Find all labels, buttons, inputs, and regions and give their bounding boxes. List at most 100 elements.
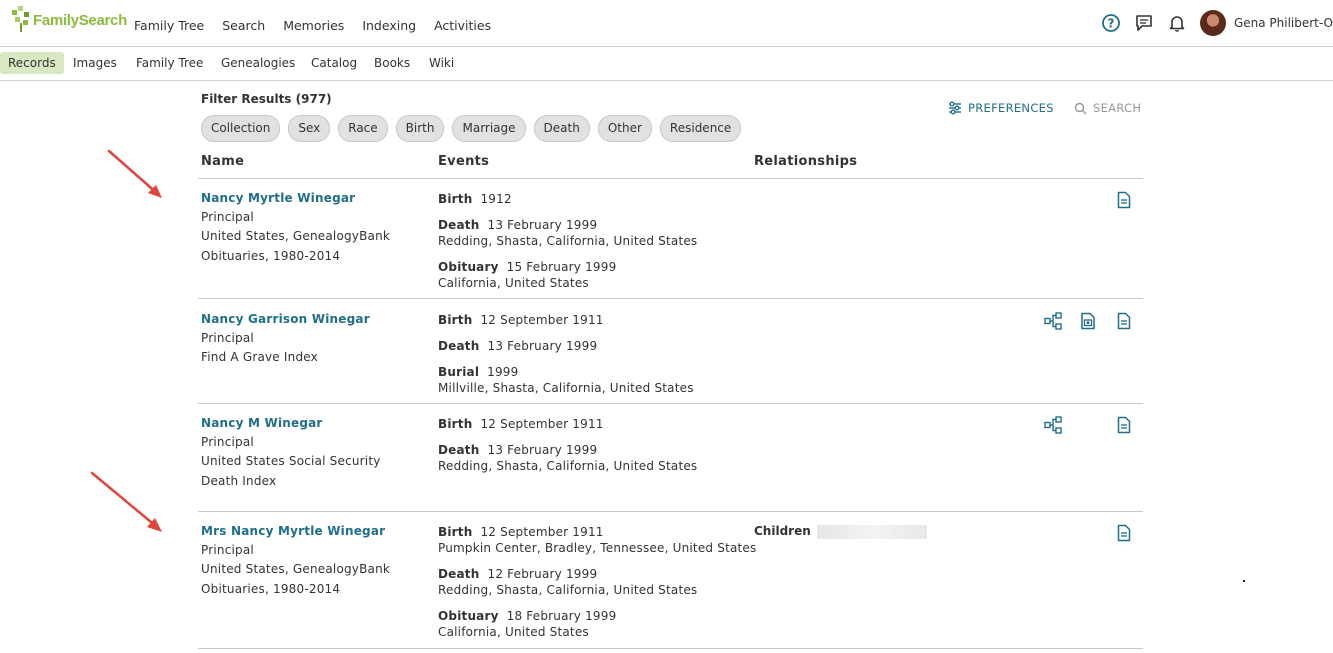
- record-name-link[interactable]: Mrs Nancy Myrtle Winegar: [201, 524, 385, 538]
- event-date: 13 February 1999: [487, 443, 598, 457]
- event-date: 13 February 1999: [487, 339, 598, 353]
- event-date: 12 September 1911: [480, 417, 604, 431]
- family-tree-connections-icon[interactable]: [1044, 312, 1062, 330]
- subnav-genealogies[interactable]: Genealogies: [221, 52, 295, 74]
- record-image-icon[interactable]: [1079, 312, 1097, 330]
- filter-chip-sex[interactable]: Sex: [288, 115, 331, 142]
- event-date: 12 September 1911: [480, 525, 604, 539]
- event-type: Obituary: [438, 260, 499, 274]
- annotation-arrow-icon: [90, 471, 162, 532]
- search-button[interactable]: SEARCH: [1074, 101, 1141, 115]
- event-death: Death 13 February 1999 Redding, Shasta, Ca…: [438, 217, 697, 249]
- filter-chip-race[interactable]: Race: [338, 115, 388, 142]
- nav-indexing[interactable]: Indexing: [362, 18, 416, 33]
- event-type: Birth: [438, 192, 473, 206]
- nav-activities[interactable]: Activities: [434, 18, 491, 33]
- event-place: Pumpkin Center, Bradley, Tennessee, Unit…: [438, 541, 757, 555]
- record-name-link[interactable]: Nancy Myrtle Winegar: [201, 191, 355, 205]
- help-icon[interactable]: ?: [1101, 13, 1121, 33]
- record-collection: United States Social Security Death Inde…: [201, 454, 381, 488]
- row-divider: [198, 648, 1143, 649]
- messages-icon[interactable]: [1134, 13, 1154, 33]
- column-header-name[interactable]: Name: [201, 154, 244, 169]
- filter-chip-marriage[interactable]: Marriage: [452, 115, 526, 142]
- preferences-label: PREFERENCES: [968, 101, 1054, 115]
- filter-chip-death[interactable]: Death: [533, 115, 590, 142]
- event-birth: Birth 12 September 1911: [438, 312, 604, 328]
- record-collection: Find A Grave Index: [201, 350, 318, 364]
- table-row: Nancy M Winegar Principal United States …: [198, 404, 1143, 511]
- nav-memories[interactable]: Memories: [283, 18, 344, 33]
- sliders-icon: [949, 101, 961, 115]
- record-document-icon[interactable]: [1115, 312, 1133, 330]
- record-collection: United States, GenealogyBank Obituaries,…: [201, 562, 391, 596]
- family-tree-logo-icon: [12, 6, 29, 32]
- redacted-child-names: [816, 524, 927, 539]
- filter-chips: Collection Sex Race Birth Marriage Death…: [201, 115, 749, 142]
- event-type: Birth: [438, 417, 473, 431]
- table-row: Nancy Garrison Winegar Principal Find A …: [198, 299, 1143, 403]
- event-birth: Birth 12 September 1911 Pumpkin Center, Br…: [438, 524, 756, 556]
- preferences-button[interactable]: PREFERENCES: [948, 101, 1054, 115]
- annotation-arrow-icon: [107, 149, 162, 198]
- search-label: SEARCH: [1093, 101, 1142, 115]
- family-tree-connections-icon[interactable]: [1044, 416, 1062, 434]
- column-header-relationships: Relationships: [754, 154, 858, 169]
- record-document-icon[interactable]: [1115, 191, 1133, 209]
- filter-chip-birth[interactable]: Birth: [395, 115, 445, 142]
- event-type: Obituary: [438, 609, 499, 623]
- notifications-bell-icon[interactable]: [1167, 13, 1187, 33]
- user-avatar[interactable]: [1199, 10, 1226, 36]
- subnav-wiki[interactable]: Wiki: [429, 52, 454, 74]
- event-type: Burial: [438, 365, 480, 379]
- event-death: Death 12 February 1999 Redding, Shasta, Ca…: [438, 566, 697, 598]
- filter-chip-collection[interactable]: Collection: [201, 115, 281, 142]
- event-date: 1999: [487, 365, 519, 379]
- filter-results-title: Filter Results (977): [201, 92, 332, 106]
- event-place: California, United States: [438, 625, 589, 639]
- table-row: Mrs Nancy Myrtle Winegar Principal Unite…: [198, 512, 1143, 648]
- record-role: Principal: [201, 210, 254, 224]
- logo-text: FamilySearch: [33, 11, 127, 29]
- event-birth: Birth 12 September 1911: [438, 416, 604, 432]
- top-header: FamilySearch Family Tree Search Memories…: [0, 0, 1333, 47]
- event-burial: Burial 1999 Millville, Shasta, California,…: [438, 364, 694, 396]
- event-type: Birth: [438, 525, 473, 539]
- nav-family-tree[interactable]: Family Tree: [134, 18, 204, 33]
- record-document-icon[interactable]: [1115, 524, 1133, 542]
- record-name-link[interactable]: Nancy Garrison Winegar: [201, 312, 370, 326]
- subnav-records[interactable]: Records: [0, 52, 64, 74]
- event-birth: Birth 1912: [438, 191, 512, 207]
- user-name[interactable]: Gena Philibert-O: [1234, 16, 1333, 30]
- event-place: Millville, Shasta, California, United St…: [438, 381, 694, 395]
- record-name-link[interactable]: Nancy M Winegar: [201, 416, 323, 430]
- search-icon: [1074, 102, 1087, 114]
- column-header-events: Events: [438, 154, 490, 169]
- nav-search[interactable]: Search: [222, 18, 265, 33]
- record-role: Principal: [201, 331, 254, 345]
- table-row: Nancy Myrtle Winegar Principal United St…: [198, 179, 1143, 298]
- filter-chip-other[interactable]: Other: [597, 115, 652, 142]
- subnav-books[interactable]: Books: [374, 52, 410, 74]
- relationship-label: Children: [754, 524, 811, 538]
- event-date: 12 February 1999: [487, 567, 598, 581]
- event-date: 18 February 1999: [506, 609, 617, 623]
- main-nav: Family Tree Search Memories Indexing Act…: [134, 18, 509, 33]
- record-collection: United States, GenealogyBank Obituaries,…: [201, 229, 391, 263]
- event-place: Redding, Shasta, California, United Stat…: [438, 234, 698, 248]
- record-role: Principal: [201, 543, 254, 557]
- record-document-icon[interactable]: [1115, 416, 1133, 434]
- subnav-images[interactable]: Images: [73, 52, 117, 74]
- familysearch-logo[interactable]: FamilySearch: [12, 6, 127, 34]
- event-date: 13 February 1999: [487, 218, 598, 232]
- record-role: Principal: [201, 435, 254, 449]
- subnav-catalog[interactable]: Catalog: [311, 52, 357, 74]
- event-place: California, United States: [438, 276, 589, 290]
- user-area: ? Gena Philibert-O: [1101, 10, 1333, 36]
- event-death: Death 13 February 1999: [438, 338, 597, 354]
- event-type: Death: [438, 567, 480, 581]
- stray-dot: [1243, 580, 1245, 582]
- subnav-family-tree[interactable]: Family Tree: [136, 52, 203, 74]
- filter-chip-residence[interactable]: Residence: [659, 115, 742, 142]
- relationship-children: Children: [754, 524, 927, 539]
